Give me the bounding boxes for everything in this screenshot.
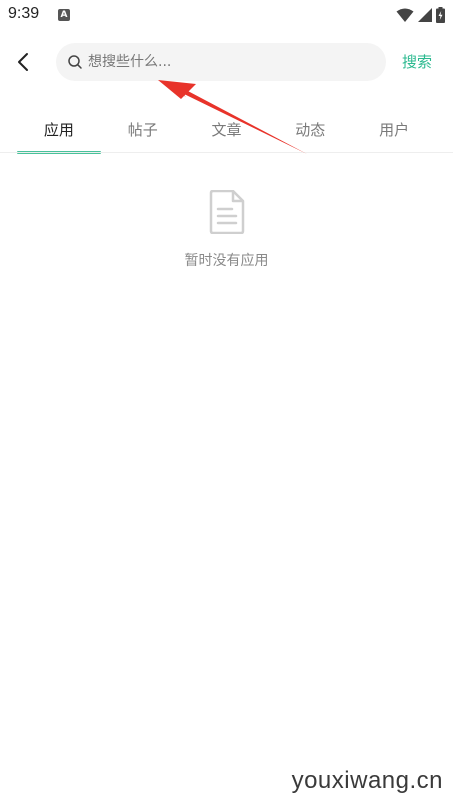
empty-state: 暂时没有应用 [0,190,453,270]
battery-icon [436,7,445,23]
notification-icon: A [58,9,70,21]
tab-label: 帖子 [127,121,158,139]
tab-apps[interactable]: 应用 [17,106,101,154]
back-button[interactable] [10,48,36,76]
search-input[interactable] [88,43,378,81]
back-arrow-icon [18,53,28,71]
tab-label: 应用 [43,121,74,139]
search-button[interactable]: 搜索 [402,51,432,72]
tab-label: 用户 [379,121,410,139]
search-box[interactable] [56,43,386,81]
empty-state-text: 暂时没有应用 [184,253,269,269]
status-bar: 9:39 A [0,0,453,32]
tab-posts[interactable]: 帖子 [101,106,185,154]
status-time: 9:39 [8,5,40,22]
tab-articles[interactable]: 文章 [185,106,269,154]
tab-label: 文章 [211,121,242,139]
tab-moments[interactable]: 动态 [268,106,352,154]
search-icon [68,55,82,69]
tab-users[interactable]: 用户 [352,106,436,154]
signal-icon [418,8,432,22]
watermark: youxiwang.cn [291,767,443,794]
tab-bar: 应用 帖子 文章 动态 用户 [17,106,436,154]
search-header: 搜索 [0,40,453,84]
tab-label: 动态 [295,121,326,139]
document-icon [209,190,244,234]
wifi-icon [396,8,414,22]
status-icons [396,6,445,24]
tabs-divider [0,152,453,153]
